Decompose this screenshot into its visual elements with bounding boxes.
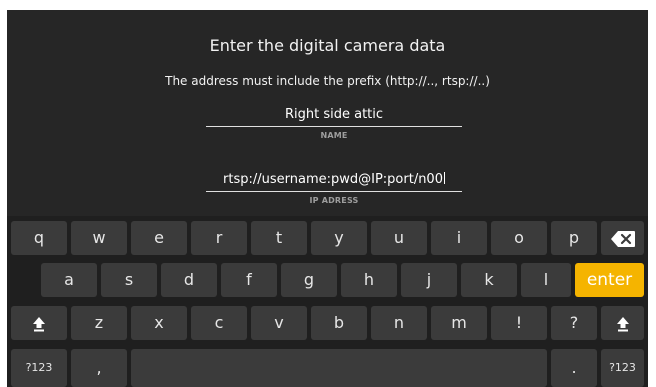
ip-address-field[interactable]: rtsp://username:pwd@IP:port/n00 IP ADRES… — [206, 171, 462, 205]
ip-address-underline — [206, 191, 462, 192]
key-d[interactable]: d — [161, 263, 217, 297]
ip-address-input[interactable]: rtsp://username:pwd@IP:port/n00 — [206, 171, 462, 189]
key-w[interactable]: w — [71, 221, 127, 255]
key-e[interactable]: e — [131, 221, 187, 255]
enter-key[interactable]: enter — [575, 263, 644, 297]
name-field[interactable]: Right side attic NAME — [206, 106, 462, 140]
key-r[interactable]: r — [191, 221, 247, 255]
key-exclamation[interactable]: ! — [491, 306, 547, 340]
key-q[interactable]: q — [11, 221, 67, 255]
key-c[interactable]: c — [191, 306, 247, 340]
shift-left-key[interactable] — [11, 306, 67, 340]
key-y[interactable]: y — [311, 221, 367, 255]
camera-data-dialog: Enter the digital camera data The addres… — [7, 10, 648, 216]
name-label: NAME — [320, 131, 348, 140]
key-h[interactable]: h — [341, 263, 397, 297]
key-m[interactable]: m — [431, 306, 487, 340]
key-f[interactable]: f — [221, 263, 277, 297]
text-caret — [443, 172, 445, 184]
key-j[interactable]: j — [401, 263, 457, 297]
shift-icon — [616, 316, 629, 331]
ip-address-value: rtsp://username:pwd@IP:port/n00 — [223, 172, 443, 187]
key-g[interactable]: g — [281, 263, 337, 297]
symbols-key-left[interactable]: ?123 — [11, 349, 67, 387]
name-input[interactable]: Right side attic — [206, 106, 462, 124]
key-u[interactable]: u — [371, 221, 427, 255]
key-l[interactable]: l — [521, 263, 571, 297]
dialog-subtitle: The address must include the prefix (htt… — [165, 74, 490, 88]
on-screen-keyboard: q w e r t y u i o p a s d f g h j k l en… — [7, 216, 648, 387]
key-b[interactable]: b — [311, 306, 367, 340]
key-period[interactable]: . — [551, 349, 597, 387]
key-question[interactable]: ? — [551, 306, 597, 340]
key-x[interactable]: x — [131, 306, 187, 340]
name-underline — [206, 126, 462, 127]
key-k[interactable]: k — [461, 263, 517, 297]
shift-icon — [33, 316, 45, 331]
shift-right-key[interactable] — [601, 306, 644, 340]
key-v[interactable]: v — [251, 306, 307, 340]
key-t[interactable]: t — [251, 221, 307, 255]
key-p[interactable]: p — [551, 221, 597, 255]
backspace-key[interactable] — [601, 221, 644, 255]
key-i[interactable]: i — [431, 221, 487, 255]
key-n[interactable]: n — [371, 306, 427, 340]
space-key[interactable] — [131, 349, 547, 387]
key-a[interactable]: a — [41, 263, 97, 297]
key-o[interactable]: o — [491, 221, 547, 255]
key-s[interactable]: s — [101, 263, 157, 297]
key-z[interactable]: z — [71, 306, 127, 340]
ip-address-label: IP ADRESS — [309, 196, 359, 205]
backspace-icon — [610, 230, 635, 247]
symbols-key-right[interactable]: ?123 — [601, 349, 644, 387]
dialog-title: Enter the digital camera data — [209, 36, 446, 55]
key-comma[interactable]: , — [71, 349, 127, 387]
